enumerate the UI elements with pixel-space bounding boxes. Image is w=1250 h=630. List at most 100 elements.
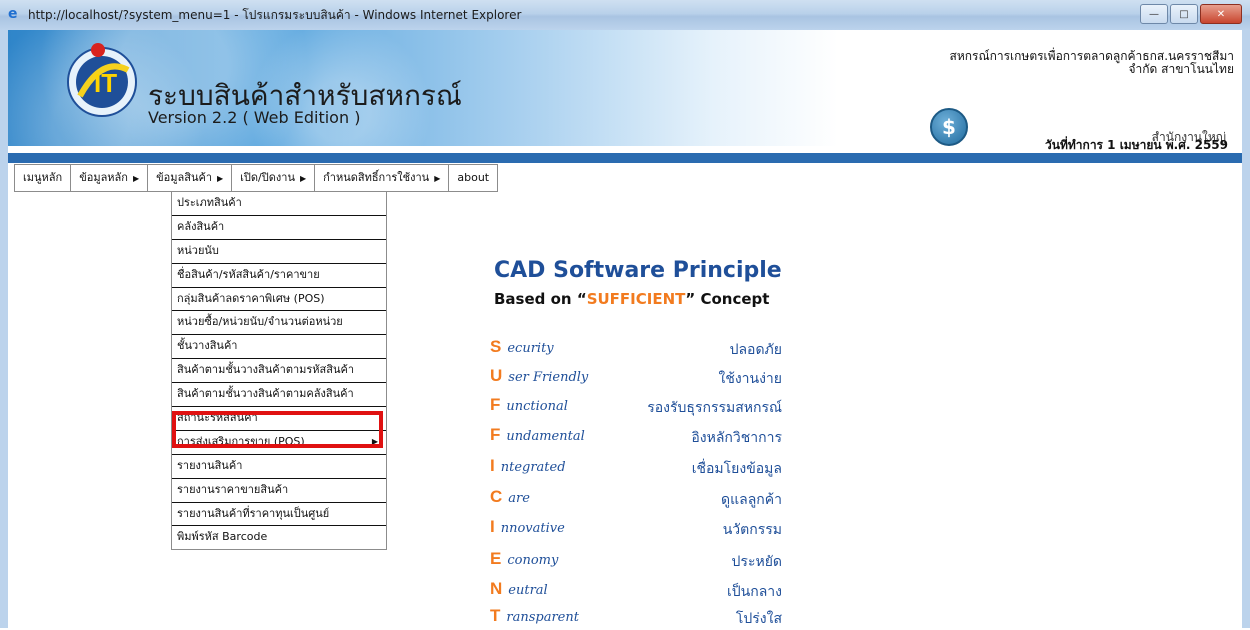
principle-english: Transparent <box>490 606 579 626</box>
principle-thai: เชื่อมโยงข้อมูล <box>691 461 782 477</box>
principle-english: Fundamental <box>490 425 585 445</box>
submenu-arrow-icon: ▶ <box>299 174 307 183</box>
principle-row: Fundamental อิงหลักวิชาการ <box>490 425 782 447</box>
dropdown-item-price-report[interactable]: รายงานราคาขายสินค้า <box>172 479 386 503</box>
window-title: http://localhost/?system_menu=1 - โปรแกร… <box>28 8 522 22</box>
principle-word: conomy <box>507 553 559 568</box>
principle-initial: C <box>490 487 503 506</box>
principle-english: Integrated <box>490 456 566 476</box>
product-data-dropdown: ประเภทสินค้า คลังสินค้า หน่วยนับ ชื่อสิน… <box>171 191 387 551</box>
principle-word: nnovative <box>500 521 565 536</box>
window-frame-right <box>1242 30 1250 628</box>
menu-permissions-label: กำหนดสิทธิ์การใช้งาน <box>323 171 430 184</box>
organization-name-line2: จำกัด สาขาโนนไทย <box>1128 62 1234 76</box>
principle-initial: I <box>490 456 495 475</box>
it-logo: IT <box>67 43 137 117</box>
principle-word: unctional <box>506 399 568 414</box>
principle-word: ransparent <box>506 610 579 625</box>
principle-initial: N <box>490 579 503 598</box>
principle-word: undamental <box>506 429 585 444</box>
dropdown-item-shelf-by-warehouse[interactable]: สินค้าตามชั้นวางสินค้าตามคลังสินค้า <box>172 383 386 408</box>
menu-master-data[interactable]: ข้อมูลหลัก ▶ <box>71 165 149 191</box>
principle-row: Security ปลอดภัย <box>490 337 782 359</box>
submenu-arrow-icon: ▶ <box>217 174 224 183</box>
principle-thai: ดูแลลูกค้า <box>721 492 782 508</box>
dropdown-item-product-report[interactable]: รายงานสินค้า <box>172 455 386 479</box>
menu-about[interactable]: about <box>449 165 497 191</box>
svg-text:IT: IT <box>94 68 117 98</box>
menu-open-close[interactable]: เปิด/ปิดงาน ▶ <box>232 165 316 191</box>
submenu-arrow-icon: ▶ <box>434 174 441 183</box>
dropdown-item-special-discount-group[interactable]: กลุ่มสินค้าลดราคาพิเศษ (POS) <box>172 288 386 312</box>
principle-english: User Friendly <box>490 366 588 386</box>
menu-main[interactable]: เมนูหลัก <box>15 165 72 191</box>
menu-master-data-label: ข้อมูลหลัก <box>79 171 128 184</box>
close-button[interactable]: ✕ <box>1200 4 1242 24</box>
subtitle-highlight: SUFFICIENT <box>586 290 686 308</box>
subtitle-prefix: Based on “ <box>494 290 587 308</box>
maximize-button[interactable]: □ <box>1170 4 1198 24</box>
principle-thai: ปลอดภัย <box>729 342 782 358</box>
principle-initial: I <box>490 517 495 536</box>
principle-word: ecurity <box>507 341 554 356</box>
principle-initial: S <box>490 337 502 356</box>
principle-subtitle: Based on “SUFFICIENT” Concept <box>494 290 769 308</box>
principle-title: CAD Software Principle <box>494 258 782 283</box>
dropdown-item-shelf-by-product-code[interactable]: สินค้าตามชั้นวางสินค้าตามรหัสสินค้า <box>172 359 386 384</box>
window-titlebar: e http://localhost/?system_menu=1 - โปรแ… <box>0 0 1250 31</box>
dropdown-item-product-name-code-price[interactable]: ชื่อสินค้า/รหัสสินค้า/ราคาขาย <box>172 264 386 288</box>
subtitle-suffix: ” Concept <box>685 290 770 308</box>
highlight-annotation-box <box>172 411 383 448</box>
principle-row: Innovative นวัตกรรม <box>490 517 782 539</box>
menu-product-data-label: ข้อมูลสินค้า <box>156 171 213 184</box>
principle-thai: เป็นกลาง <box>727 584 782 600</box>
principle-initial: T <box>490 606 501 625</box>
window-controls: — □ ✕ <box>1138 4 1242 24</box>
principle-english: Neutral <box>490 579 548 599</box>
dropdown-item-print-barcode[interactable]: พิมพ์รหัส Barcode <box>172 526 386 549</box>
main-menubar: เมนูหลัก ข้อมูลหลัก ▶ ข้อมูลสินค้า ▶ เปิด/… <box>14 164 499 192</box>
menu-about-label: about <box>457 171 490 184</box>
internet-explorer-icon: e <box>8 6 18 22</box>
dropdown-item-zero-cost-report[interactable]: รายงานสินค้าที่ราคาทุนเป็นศูนย์ <box>172 503 386 527</box>
principle-thai: ประหยัด <box>731 554 782 570</box>
minimize-button[interactable]: — <box>1140 4 1168 24</box>
principle-english: Functional <box>490 395 568 415</box>
principle-english: Innovative <box>490 517 565 537</box>
principle-thai: โปร่งใส <box>735 611 782 627</box>
menu-product-data[interactable]: ข้อมูลสินค้า ▶ <box>148 165 233 191</box>
menu-permissions[interactable]: กำหนดสิทธิ์การใช้งาน ▶ <box>315 165 450 191</box>
principle-row: Transparent โปร่งใส <box>490 606 782 628</box>
principle-thai: อิงหลักวิชาการ <box>691 430 782 446</box>
submenu-arrow-icon: ▶ <box>132 174 140 183</box>
principle-initial: U <box>490 366 503 385</box>
dropdown-item-unit[interactable]: หน่วยนับ <box>172 240 386 264</box>
menu-main-label: เมนูหลัก <box>23 171 63 184</box>
principle-word: eutral <box>508 583 548 598</box>
principle-row: Integrated เชื่อมโยงข้อมูล <box>490 456 782 478</box>
principle-row: Functional รองรับธุรกรรมสหกรณ์ <box>490 395 782 417</box>
principle-thai: ใช้งานง่าย <box>718 371 782 387</box>
dropdown-item-shelf[interactable]: ชั้นวางสินค้า <box>172 335 386 360</box>
dollar-icon: $ <box>930 108 968 146</box>
menu-open-close-label: เปิด/ปิดงาน <box>240 171 295 184</box>
principle-initial: F <box>490 425 501 444</box>
dropdown-item-purchase-unit[interactable]: หน่วยซื้อ/หน่วยนับ/จำนวนต่อหน่วย <box>172 311 386 336</box>
principle-english: Security <box>490 337 554 357</box>
organization-name: สหกรณ์การเกษตรเพื่อการตลาดลูกค้าธกส.นครร… <box>854 50 1234 76</box>
header-banner: IT ระบบสินค้าสำหรับสหกรณ์ Version 2.2 ( … <box>8 30 1242 152</box>
principle-english: Economy <box>490 549 558 569</box>
dropdown-item-warehouse[interactable]: คลังสินค้า <box>172 216 386 240</box>
principle-row: Neutral เป็นกลาง <box>490 579 782 601</box>
principle-initial: F <box>490 395 501 414</box>
dropdown-item-product-type[interactable]: ประเภทสินค้า <box>172 192 386 216</box>
principle-word: ntegrated <box>500 460 566 475</box>
system-version: Version 2.2 ( Web Edition ) <box>148 108 361 127</box>
principle-row: Care ดูแลลูกค้า <box>490 487 782 509</box>
principle-word: are <box>508 491 530 506</box>
principle-word: ser Friendly <box>508 370 589 385</box>
principle-row: Economy ประหยัด <box>490 549 782 571</box>
principle-thai: รองรับธุรกรรมสหกรณ์ <box>647 400 782 416</box>
principle-english: Care <box>490 487 530 507</box>
principle-row: User Friendly ใช้งานง่าย <box>490 366 782 388</box>
